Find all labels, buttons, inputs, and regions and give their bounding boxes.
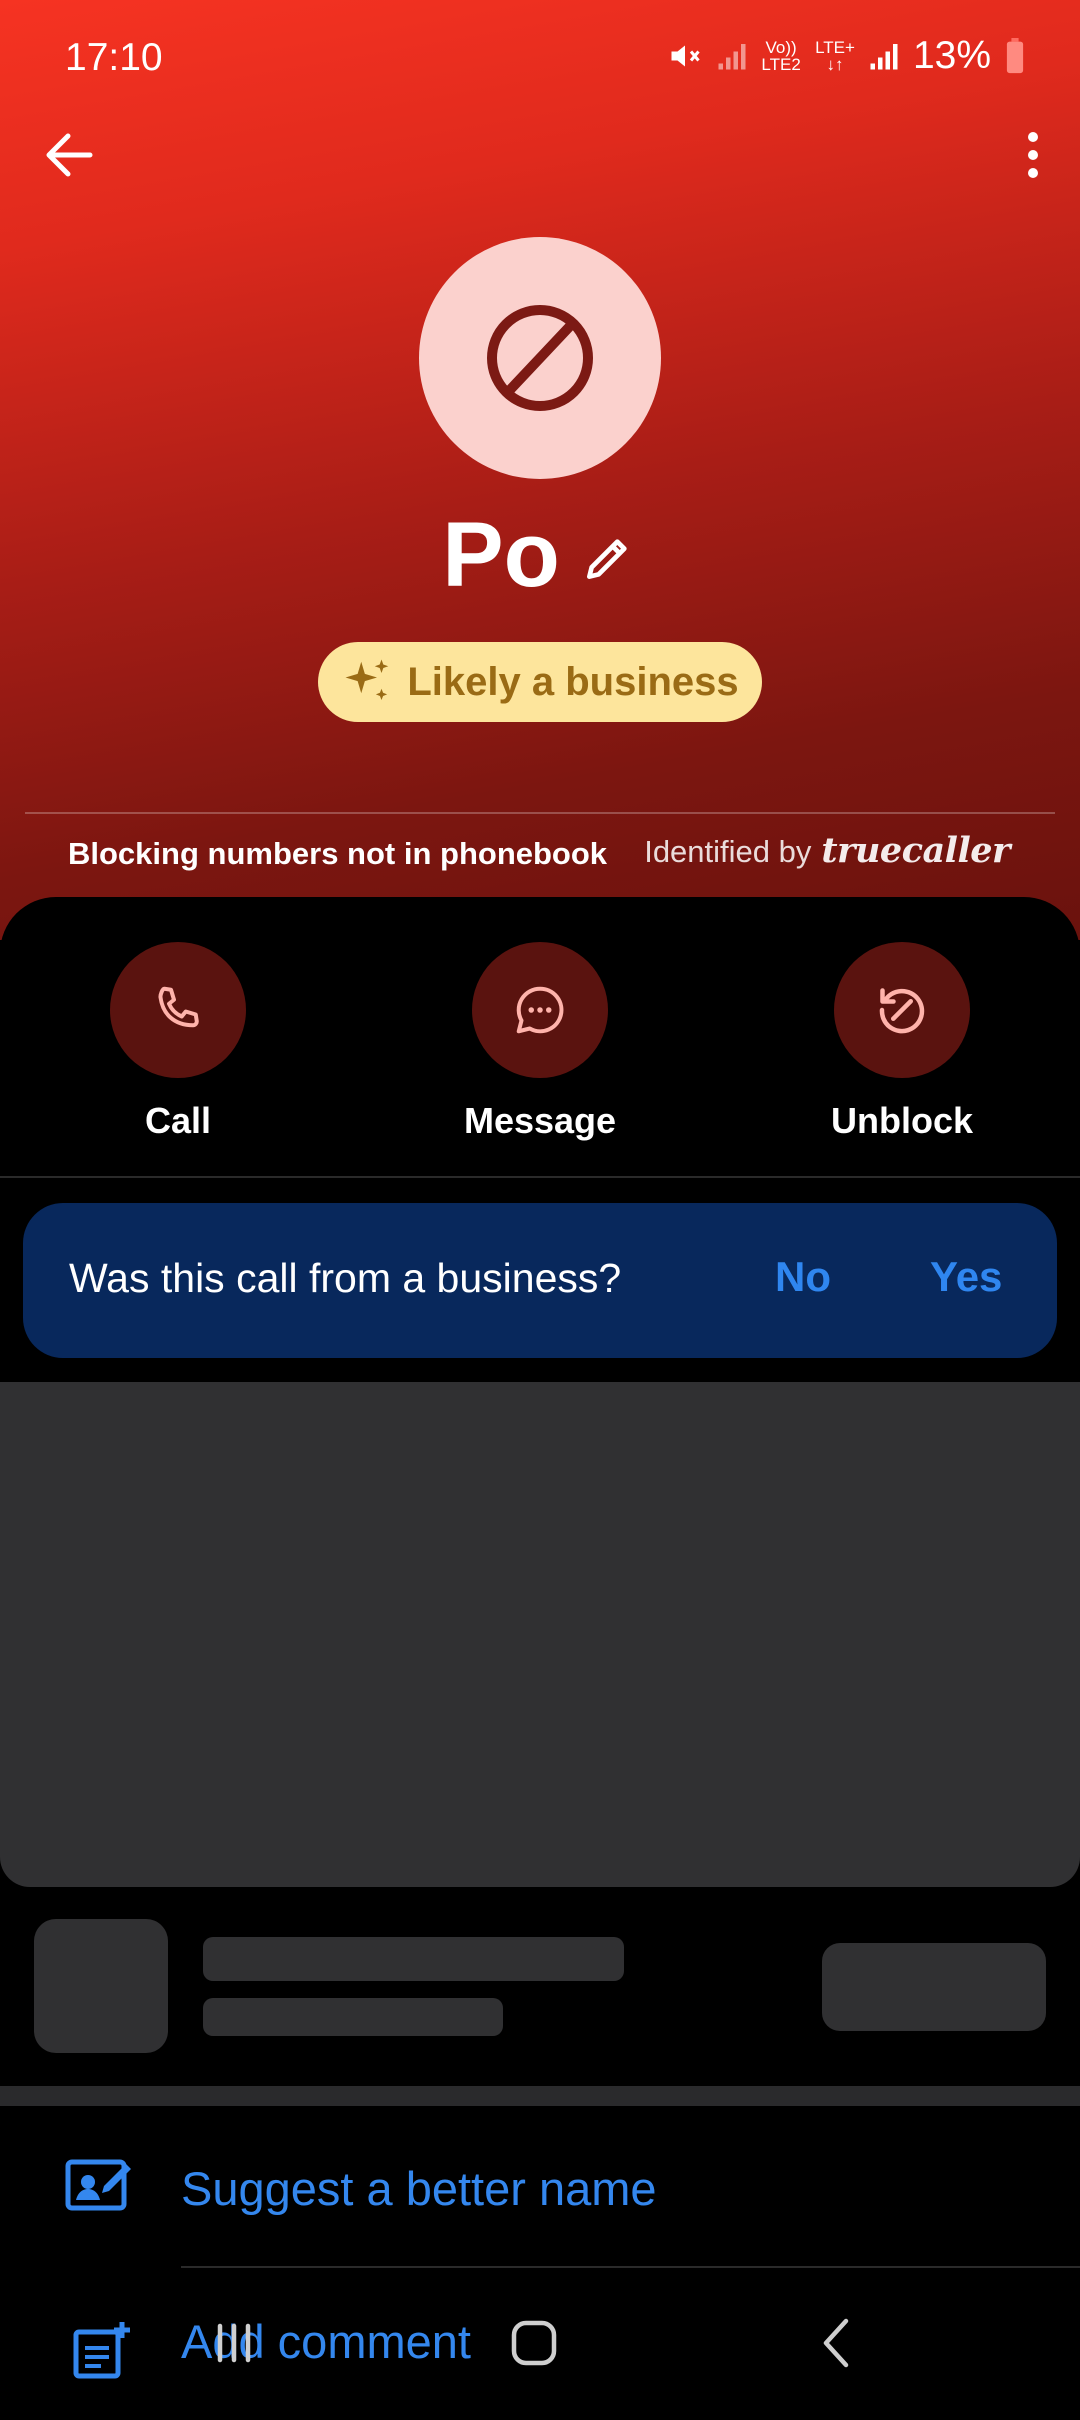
unblock-circle xyxy=(834,942,970,1078)
loading-placeholder-panel xyxy=(0,1382,1080,1887)
skeleton-thumbnail xyxy=(34,1919,168,2053)
divider xyxy=(181,2266,1080,2268)
phone-icon xyxy=(158,986,199,1028)
badge-label: Likely a business xyxy=(407,659,739,704)
call-label: Call xyxy=(144,1100,212,1141)
lte-plus-icon: LTE+ ↓↑ xyxy=(815,39,855,73)
sparkles-icon xyxy=(345,659,389,700)
truecaller-logo: truecaller xyxy=(821,830,1010,871)
system-nav-bar xyxy=(0,2285,1080,2400)
home-icon xyxy=(511,2320,557,2365)
suggest-name-label: Suggest a better name xyxy=(181,2162,657,2215)
pencil-icon xyxy=(586,539,627,579)
message-icon xyxy=(516,986,564,1034)
message-button[interactable]: Message xyxy=(430,942,650,1142)
identified-by: Identified by truecaller xyxy=(644,830,1010,871)
skeleton-line xyxy=(203,1998,503,2036)
battery-percent: 13% xyxy=(912,34,991,77)
recents-button[interactable] xyxy=(174,2285,294,2400)
business-badge: Likely a business xyxy=(318,642,762,722)
avatar xyxy=(419,237,661,479)
mute-icon xyxy=(667,38,703,74)
message-label: Message xyxy=(463,1100,617,1141)
volte-icon: Vo)) LTE2 xyxy=(761,38,801,74)
no-button[interactable]: No xyxy=(775,1253,831,1301)
back-button[interactable] xyxy=(38,120,98,190)
divider xyxy=(25,812,1055,814)
data-arrows-icon: ↓↑ xyxy=(826,55,844,74)
back-chevron-icon xyxy=(823,2318,849,2367)
edit-name-button[interactable] xyxy=(578,528,638,588)
message-circle xyxy=(472,942,608,1078)
unblock-icon xyxy=(879,988,925,1034)
home-button[interactable] xyxy=(474,2285,594,2400)
call-button[interactable]: Call xyxy=(68,942,288,1142)
section-divider xyxy=(0,2086,1080,2106)
divider xyxy=(0,1176,1080,1178)
status-icons: Vo)) LTE2 LTE+ ↓↑ 13% xyxy=(667,34,1025,78)
lte-label: LTE+ xyxy=(815,38,855,57)
signal-icon xyxy=(717,40,747,72)
business-question: Was this call from a business? xyxy=(69,1255,622,1301)
skeleton-button xyxy=(822,1943,1046,2031)
more-vertical-icon xyxy=(1028,132,1038,178)
identified-by-label: Identified by xyxy=(644,834,812,869)
blocking-note: Blocking numbers not in phonebook xyxy=(68,836,608,871)
unblock-label: Unblock xyxy=(830,1100,973,1141)
status-time: 17:10 xyxy=(65,36,163,79)
recents-icon xyxy=(217,2323,251,2362)
arrow-left-icon xyxy=(46,133,93,177)
unblock-button[interactable]: Unblock xyxy=(792,942,1012,1142)
signal-icon xyxy=(869,40,899,72)
yes-button[interactable]: Yes xyxy=(930,1253,1002,1301)
skeleton-line xyxy=(203,1937,624,1981)
edit-name-icon xyxy=(64,2156,134,2219)
status-bar: 17:10 Vo)) LTE2 LTE+ ↓↑ 13% xyxy=(0,0,1080,120)
more-options-button[interactable] xyxy=(990,120,1050,190)
blocked-icon xyxy=(487,305,593,411)
nav-back-button[interactable] xyxy=(778,2285,898,2400)
suggest-name-item[interactable]: Suggest a better name xyxy=(0,2110,1080,2260)
business-feedback-card: Was this call from a business? No Yes xyxy=(23,1203,1057,1358)
contact-name: Po xyxy=(442,504,560,606)
battery-icon xyxy=(1005,38,1025,74)
call-circle xyxy=(110,942,246,1078)
name-row: Po xyxy=(0,505,1080,605)
